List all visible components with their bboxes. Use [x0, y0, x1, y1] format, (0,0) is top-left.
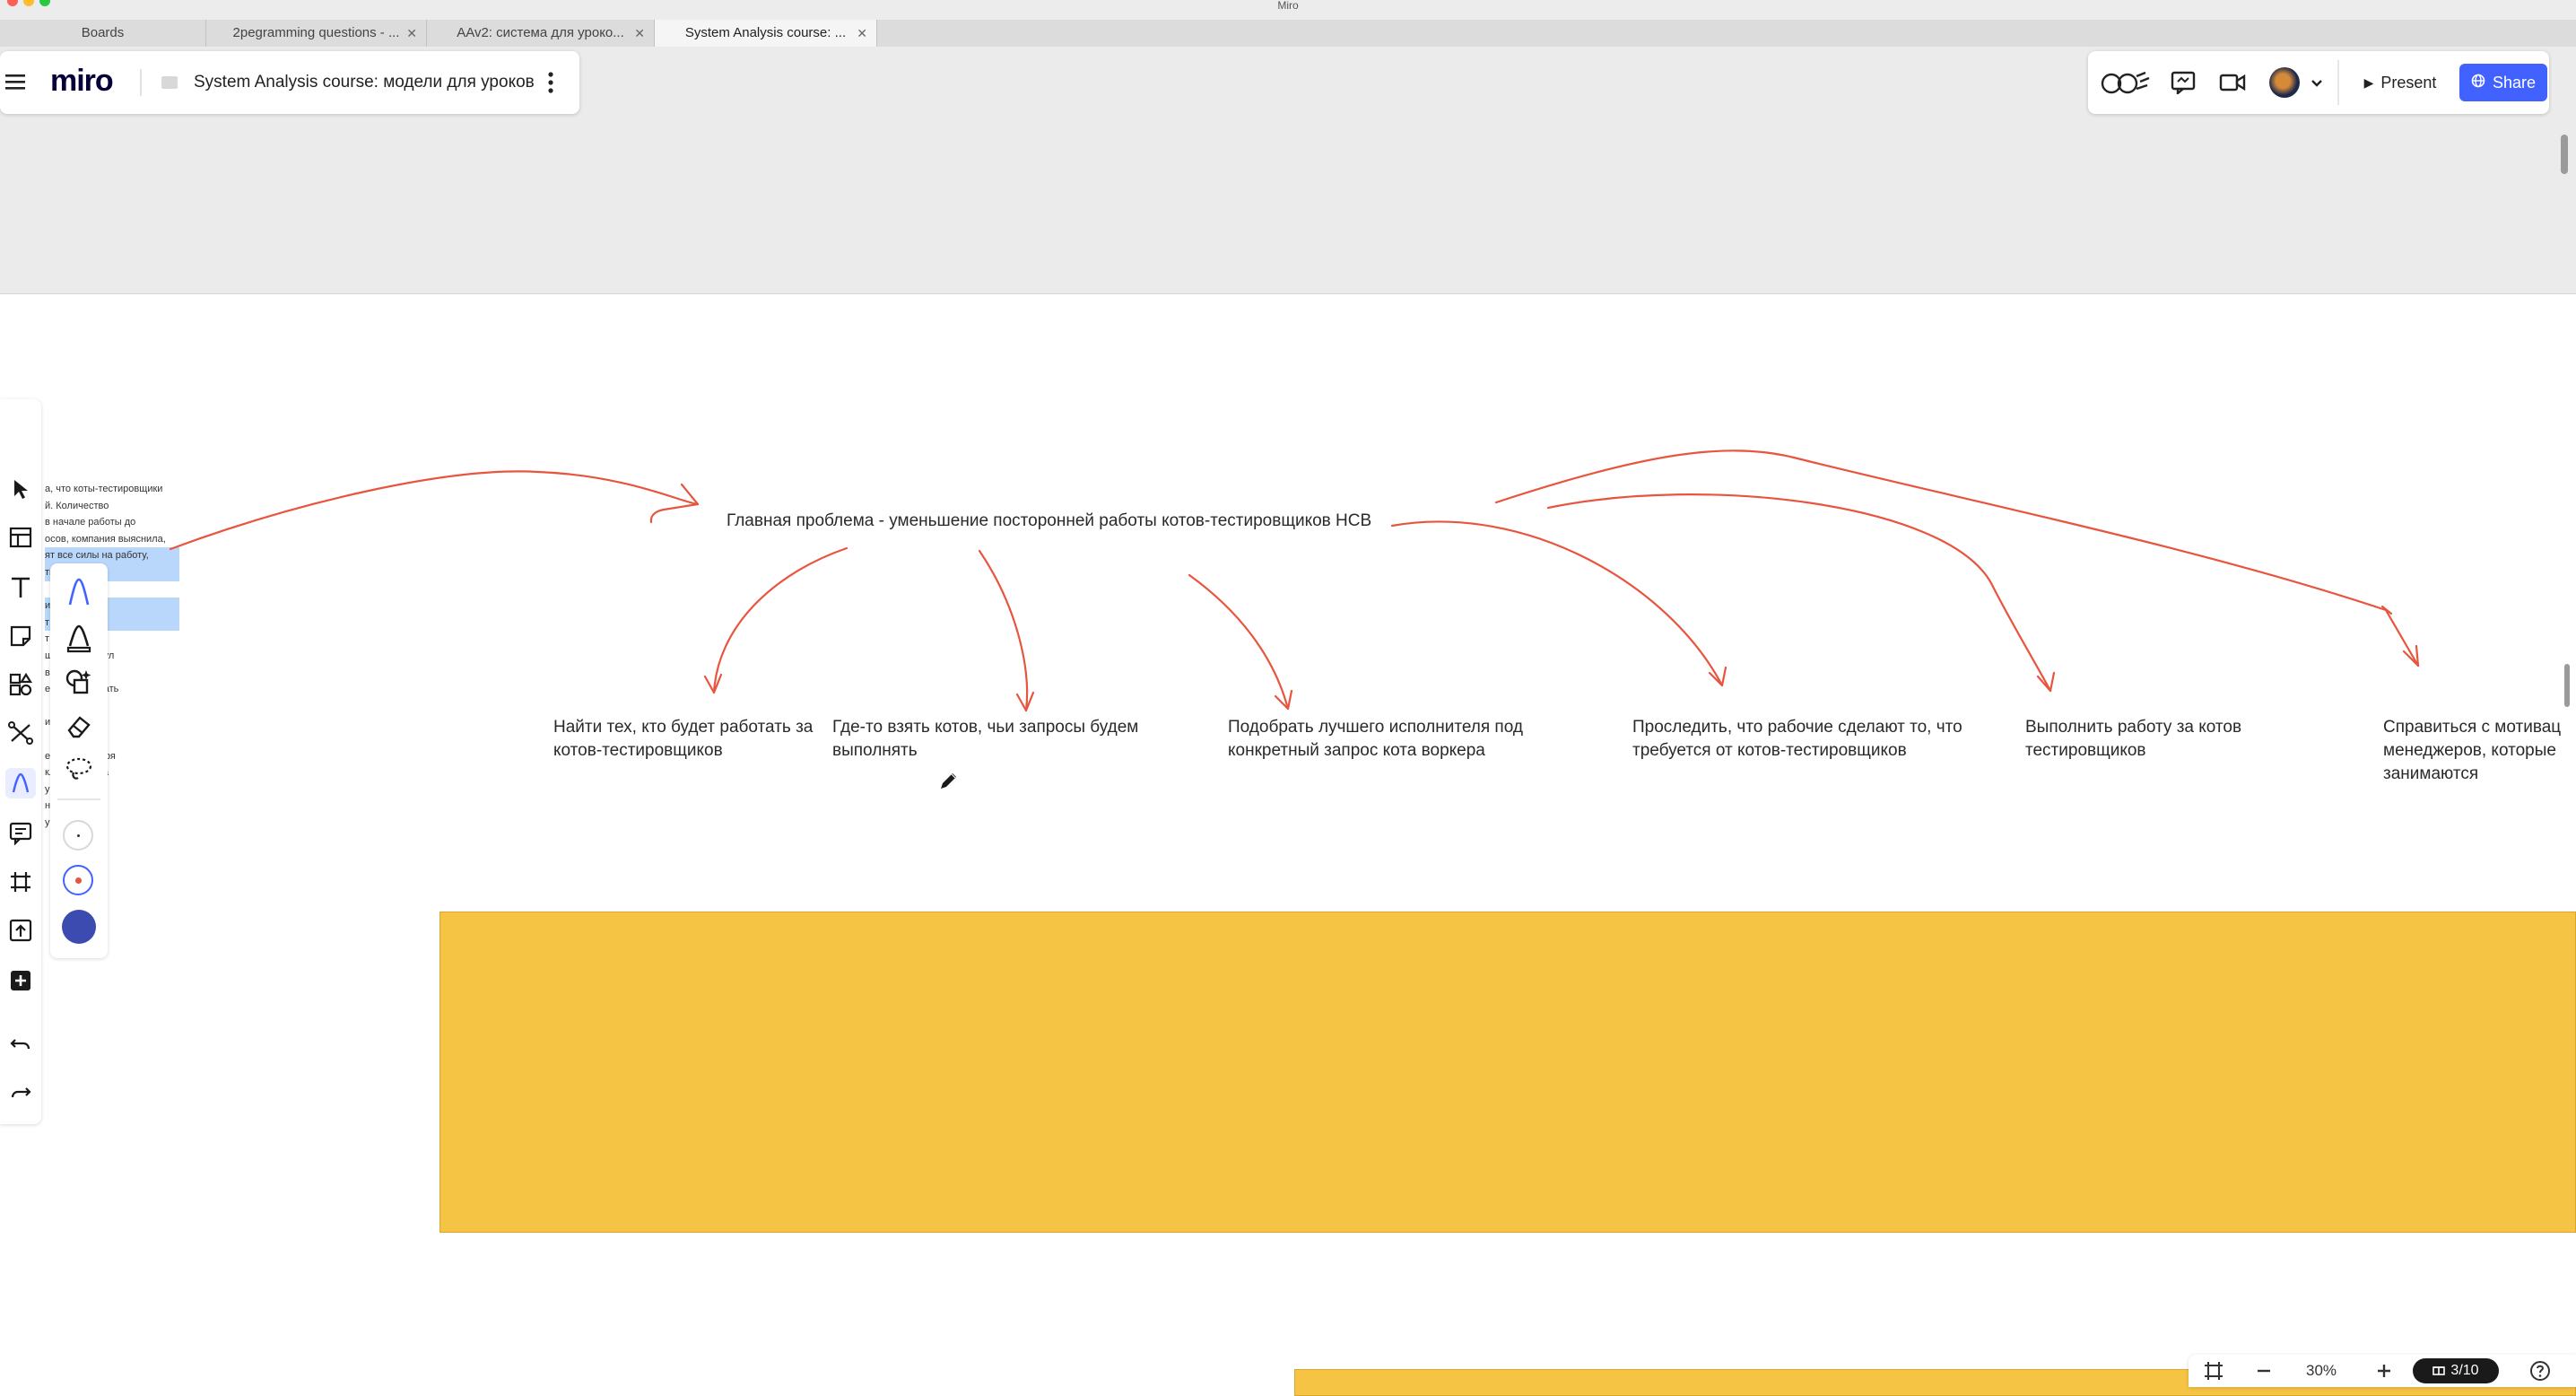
vertical-scrollbar[interactable]: [2561, 135, 2568, 174]
pages-label: 3/10: [2450, 1363, 2479, 1378]
zoom-level[interactable]: 30%: [2287, 1355, 2355, 1387]
zoom-out-icon[interactable]: [2246, 1355, 2282, 1387]
arrow-head: [1015, 691, 1035, 712]
arrow-to-task-1: [712, 546, 849, 694]
task-node[interactable]: Справиться с мотивац менеджеров, которые…: [2383, 716, 2576, 786]
task-node[interactable]: Подобрать лучшего исполнителя под конкре…: [1228, 716, 1551, 763]
pages-counter[interactable]: 3/10: [2413, 1358, 2499, 1383]
arrow-to-task-5: [1546, 493, 2052, 693]
task-node[interactable]: Выполнить работу за котов тестировщиков: [2025, 716, 2285, 763]
help-icon[interactable]: [2522, 1355, 2558, 1387]
zoom-controls: 30% 3/10: [2189, 1355, 2576, 1387]
zoom-in-icon[interactable]: [2366, 1355, 2402, 1387]
vertical-scrollbar-thumb[interactable]: [2564, 664, 2570, 707]
arrow-head: [703, 673, 723, 694]
task-node[interactable]: Найти тех, кто будет работать за котов-т…: [553, 716, 814, 763]
arrow-to-task-4: [1390, 520, 1724, 687]
pen-cursor-icon: [938, 770, 960, 796]
fit-to-screen-icon[interactable]: [2196, 1355, 2232, 1387]
arrow-to-task-6: [1494, 449, 2420, 667]
yellow-sticky-note[interactable]: [439, 912, 2576, 1233]
gift-icon: [2432, 1363, 2446, 1380]
task-node[interactable]: Где-то взять котов, чьи запросы будем вы…: [832, 716, 1173, 763]
arrow-to-task-3: [1188, 573, 1290, 711]
arrow-to-task-2: [978, 549, 1029, 712]
task-node[interactable]: Проследить, что рабочие сделают то, что …: [1632, 716, 1964, 763]
arrow-from-side-note: [169, 470, 700, 551]
main-problem-text[interactable]: Главная проблема - уменьшение посторонне…: [727, 510, 1371, 533]
